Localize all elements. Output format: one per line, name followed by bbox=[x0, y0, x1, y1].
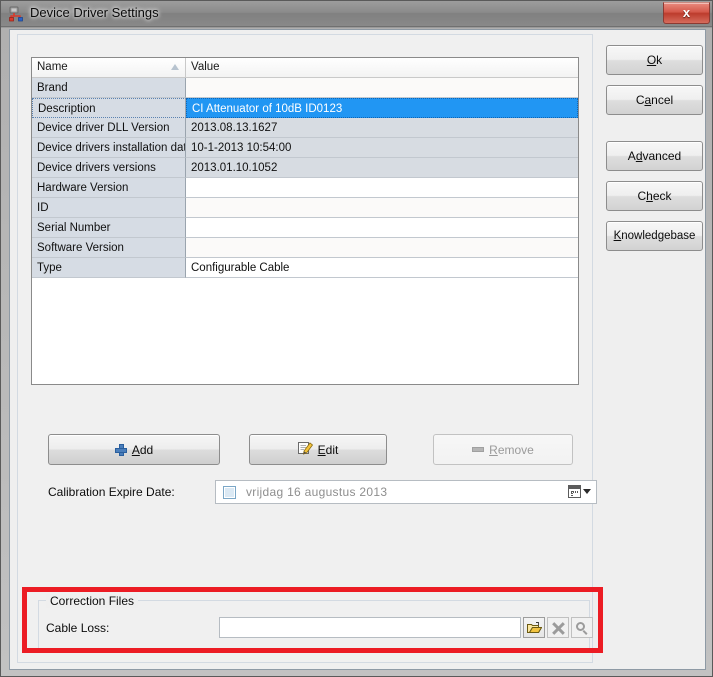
column-header-value[interactable]: Value bbox=[186, 58, 578, 77]
row-value[interactable]: Configurable Cable bbox=[186, 258, 578, 278]
calendar-icon bbox=[568, 485, 581, 498]
knowledgebase-button-label: Knowledgebase bbox=[613, 230, 696, 242]
advanced-button-label: Advanced bbox=[627, 149, 682, 163]
row-value[interactable]: CI Attenuator of 10dB ID0123 bbox=[186, 98, 578, 118]
advanced-button[interactable]: Advanced bbox=[606, 141, 703, 171]
magnifier-icon bbox=[576, 622, 589, 635]
calibration-expire-date-picker[interactable]: vrijdag 16 augustus 2013 bbox=[215, 480, 597, 504]
calibration-expire-date-label: Calibration Expire Date: bbox=[48, 485, 175, 499]
row-name: Description bbox=[32, 98, 186, 118]
row-name: Device drivers installation date bbox=[32, 138, 186, 158]
open-file-button[interactable] bbox=[523, 617, 545, 638]
column-header-name[interactable]: Name bbox=[32, 58, 186, 77]
cancel-button[interactable]: Cancel bbox=[606, 85, 703, 115]
main-content-panel: Name Value Brand Description CI Attenuat… bbox=[17, 34, 597, 663]
remove-button-label: Remove bbox=[489, 442, 534, 457]
remove-button: Remove bbox=[433, 434, 573, 465]
table-row[interactable]: Serial Number bbox=[32, 218, 578, 238]
table-row[interactable]: Software Version bbox=[32, 238, 578, 258]
clear-button bbox=[547, 617, 569, 638]
row-name: Hardware Version bbox=[32, 178, 186, 198]
sort-ascending-icon bbox=[171, 64, 179, 70]
row-name: Type bbox=[32, 258, 186, 278]
row-name: ID bbox=[32, 198, 186, 218]
edit-button-label: Edit bbox=[317, 442, 339, 457]
row-name: Brand bbox=[32, 78, 186, 98]
row-name: Device driver DLL Version bbox=[32, 118, 186, 138]
row-value[interactable] bbox=[186, 218, 578, 238]
add-button-label: Add bbox=[131, 442, 154, 457]
row-value[interactable] bbox=[186, 238, 578, 258]
grid-header-row: Name Value bbox=[32, 58, 578, 78]
edit-pencil-icon bbox=[297, 441, 313, 458]
table-row[interactable]: ID bbox=[32, 198, 578, 218]
table-row[interactable]: Device driver DLL Version 2013.08.13.162… bbox=[32, 118, 578, 138]
grid-empty-area bbox=[32, 278, 578, 378]
close-button[interactable]: x bbox=[663, 2, 710, 24]
table-row[interactable]: Brand bbox=[32, 78, 578, 98]
minus-icon bbox=[472, 447, 485, 452]
row-value[interactable] bbox=[186, 178, 578, 198]
table-row[interactable]: Type Configurable Cable bbox=[32, 258, 578, 278]
row-name: Serial Number bbox=[32, 218, 186, 238]
open-folder-icon bbox=[527, 622, 543, 634]
column-header-value-label: Value bbox=[191, 61, 220, 73]
column-header-name-label: Name bbox=[37, 61, 68, 73]
table-row[interactable]: Hardware Version bbox=[32, 178, 578, 198]
dialog-window: Device Driver Settings x Name Value Bran… bbox=[0, 0, 713, 677]
ok-button-label: Ok bbox=[646, 53, 663, 67]
table-row[interactable]: Device drivers installation date 10-1-20… bbox=[32, 138, 578, 158]
view-button bbox=[571, 617, 593, 638]
x-icon bbox=[552, 622, 565, 635]
cable-loss-input[interactable] bbox=[219, 617, 521, 638]
calendar-dropdown-button[interactable] bbox=[568, 485, 591, 498]
table-row[interactable]: Device drivers versions 2013.01.10.1052 bbox=[32, 158, 578, 178]
check-button[interactable]: Check bbox=[606, 181, 703, 211]
row-value[interactable] bbox=[186, 78, 578, 98]
ok-button[interactable]: Ok bbox=[606, 45, 703, 75]
device-driver-icon bbox=[9, 6, 25, 22]
table-row[interactable]: Description CI Attenuator of 10dB ID0123 bbox=[32, 98, 578, 118]
row-value[interactable]: 2013.08.13.1627 bbox=[186, 118, 578, 138]
calibration-date-value: vrijdag 16 augustus 2013 bbox=[246, 485, 388, 499]
window-title: Device Driver Settings bbox=[30, 5, 159, 20]
title-bar: Device Driver Settings x bbox=[1, 1, 712, 27]
row-value[interactable]: 10-1-2013 10:54:00 bbox=[186, 138, 578, 158]
row-value[interactable]: 2013.01.10.1052 bbox=[186, 158, 578, 178]
check-button-label: Check bbox=[637, 189, 672, 203]
correction-files-title: Correction Files bbox=[46, 594, 139, 608]
dialog-client-area: Name Value Brand Description CI Attenuat… bbox=[9, 29, 706, 670]
row-value[interactable] bbox=[186, 198, 578, 218]
edit-button[interactable]: Edit bbox=[249, 434, 387, 465]
calibration-enable-checkbox[interactable] bbox=[223, 486, 236, 499]
row-name: Device drivers versions bbox=[32, 158, 186, 178]
device-properties-grid[interactable]: Name Value Brand Description CI Attenuat… bbox=[31, 57, 579, 385]
knowledgebase-button[interactable]: Knowledgebase bbox=[606, 221, 703, 251]
plus-icon bbox=[114, 443, 127, 456]
row-name: Software Version bbox=[32, 238, 186, 258]
chevron-down-icon bbox=[583, 489, 591, 494]
add-button[interactable]: Add bbox=[48, 434, 220, 465]
cancel-button-label: Cancel bbox=[635, 93, 674, 107]
close-icon: x bbox=[682, 5, 691, 20]
cable-loss-label: Cable Loss: bbox=[46, 621, 110, 635]
